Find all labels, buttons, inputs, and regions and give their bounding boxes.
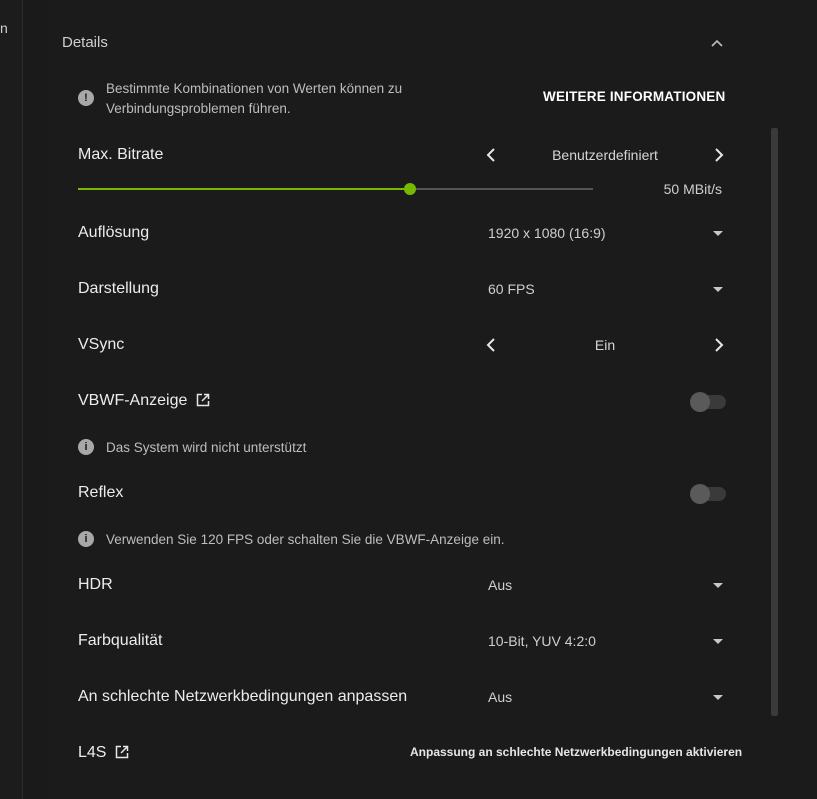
toggle-knob xyxy=(690,392,710,412)
hdr-label: HDR xyxy=(78,576,113,593)
details-title: Details xyxy=(62,34,108,51)
resolution-dropdown[interactable]: 1920 x 1080 (16:9) xyxy=(488,225,606,241)
l4s-label: L4S xyxy=(78,744,107,761)
chevron-right-icon[interactable] xyxy=(711,337,727,353)
l4s-row-label: L4S xyxy=(78,744,129,762)
info-icon: i xyxy=(78,531,94,547)
notice-line-2: Verbindungsproblemen führen. xyxy=(106,101,291,116)
bitrate-mode-value: Benutzerdefiniert xyxy=(552,147,658,163)
reflex-toggle[interactable] xyxy=(690,484,726,504)
more-info-link[interactable]: WEITERE INFORMATIONEN xyxy=(543,89,725,104)
vbwf-toggle[interactable] xyxy=(690,392,726,412)
reflex-label: Reflex xyxy=(78,484,124,501)
caret-down-icon[interactable] xyxy=(713,639,723,644)
details-panel: Details ! Bestimmte Kombinationen von We… xyxy=(47,0,817,799)
caret-down-icon[interactable] xyxy=(713,695,723,700)
bitrate-slider-handle[interactable] xyxy=(404,183,417,195)
display-dropdown[interactable]: 60 FPS xyxy=(488,281,535,297)
vbwf-row-label: VBWF-Anzeige xyxy=(78,392,210,410)
external-link-icon[interactable] xyxy=(196,393,210,407)
external-link-icon[interactable] xyxy=(115,745,129,759)
bad-network-label: An schlechte Netzwerkbedingungen anpasse… xyxy=(78,688,408,705)
compatibility-notice: ! Bestimmte Kombinationen von Werten kön… xyxy=(78,79,458,119)
color-quality-dropdown[interactable]: 10-Bit, YUV 4:2:0 xyxy=(488,633,596,649)
l4s-hint: Anpassung an schlechte Netzwerkbedingung… xyxy=(410,745,743,759)
bad-network-dropdown[interactable]: Aus xyxy=(488,689,512,705)
reflex-info-text: Verwenden Sie 120 FPS oder schalten Sie … xyxy=(106,531,505,547)
display-label: Darstellung xyxy=(78,280,159,297)
chevron-left-icon[interactable] xyxy=(484,337,500,353)
bitrate-slider-fill xyxy=(78,188,411,190)
info-icon: i xyxy=(78,439,94,455)
reflex-info: i Verwenden Sie 120 FPS oder schalten Si… xyxy=(78,531,504,547)
hdr-dropdown[interactable]: Aus xyxy=(488,577,512,593)
left-sidebar-edge: n xyxy=(0,0,23,799)
chevron-left-icon[interactable] xyxy=(484,147,500,163)
caret-down-icon[interactable] xyxy=(713,583,723,588)
exclamation-icon: ! xyxy=(78,90,94,106)
bitrate-slider[interactable] xyxy=(78,183,593,195)
vbwf-info: i Das System wird nicht unterstützt xyxy=(78,439,306,455)
vsync-label: VSync xyxy=(78,336,125,353)
toggle-knob xyxy=(690,484,710,504)
clipped-sidebar-text: n xyxy=(0,20,8,36)
notice-line-1: Bestimmte Kombinationen von Werten könne… xyxy=(106,81,403,96)
scrollbar[interactable] xyxy=(771,128,778,716)
color-quality-label: Farbqualität xyxy=(78,632,163,649)
vsync-value: Ein xyxy=(594,337,616,353)
chevron-right-icon[interactable] xyxy=(711,147,727,163)
resolution-label: Auflösung xyxy=(78,224,150,241)
vbwf-info-text: Das System wird nicht unterstützt xyxy=(106,439,307,455)
caret-down-icon[interactable] xyxy=(713,287,723,292)
caret-down-icon[interactable] xyxy=(713,231,723,236)
bitrate-label: Max. Bitrate xyxy=(78,146,164,163)
chevron-up-icon[interactable] xyxy=(710,36,724,50)
bitrate-value: 50 MBit/s xyxy=(663,181,722,197)
vbwf-label: VBWF-Anzeige xyxy=(78,392,188,409)
notice-text: Bestimmte Kombinationen von Werten könne… xyxy=(106,79,402,119)
